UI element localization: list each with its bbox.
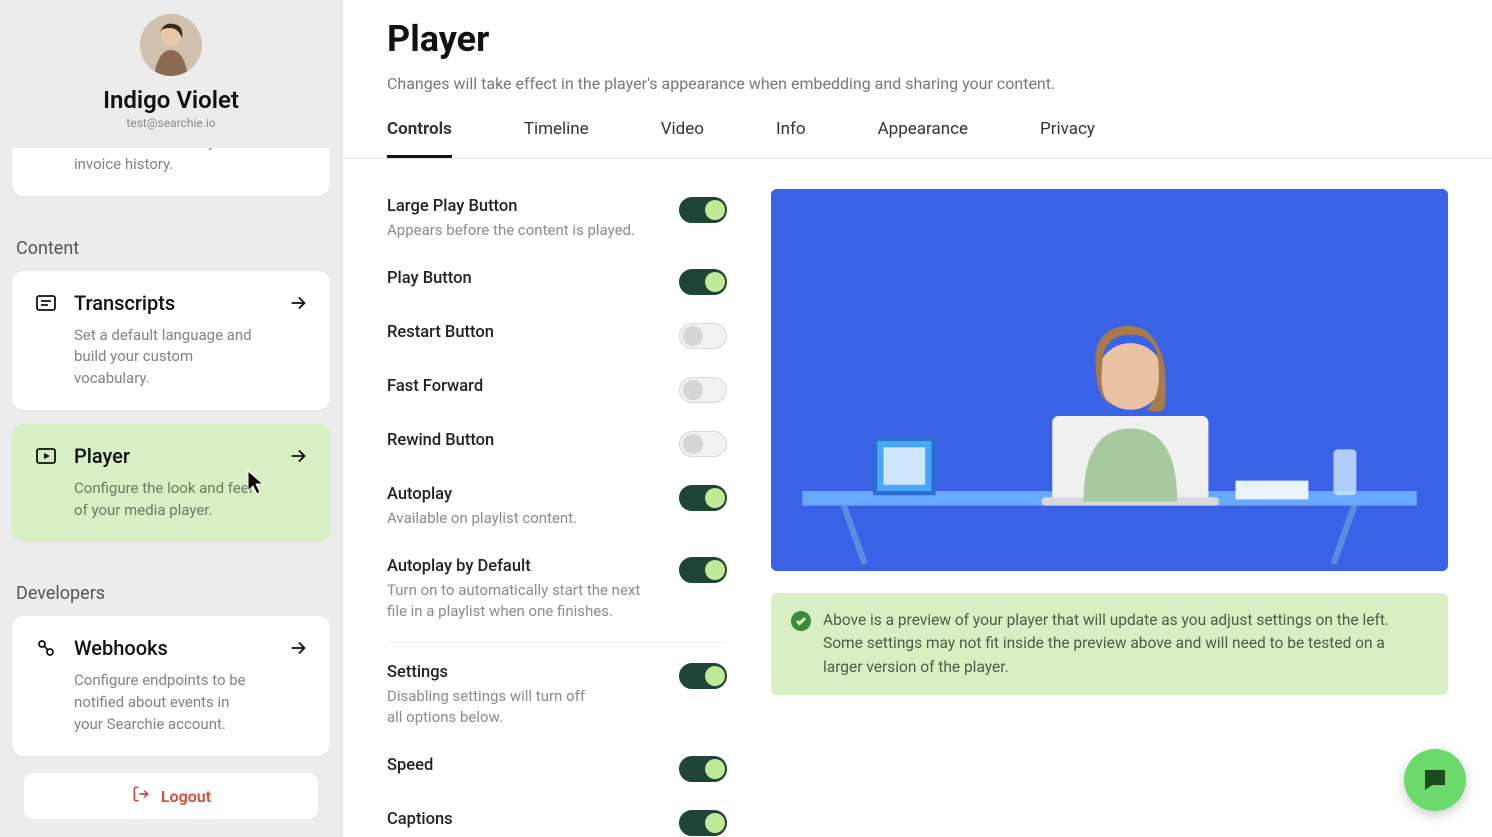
transcript-icon: [32, 289, 60, 317]
tabs: Controls Timeline Video Info Appearance …: [343, 93, 1492, 159]
setting-settings: Settings Disabling settings will turn of…: [387, 642, 727, 748]
setting-title: Restart Button: [387, 323, 663, 342]
setting-title: Speed: [387, 756, 663, 775]
setting-title: Autoplay: [387, 485, 663, 504]
sidebar: Indigo Violet test@searchie.io Invoices …: [0, 0, 343, 837]
section-label-content: Content: [12, 210, 330, 271]
card-desc: View and download your invoice history.: [32, 148, 262, 176]
webhook-icon: [32, 634, 60, 662]
setting-title: Captions: [387, 810, 663, 829]
avatar[interactable]: [140, 14, 202, 76]
toggle-rewind-button[interactable]: [679, 431, 727, 457]
setting-title: Large Play Button: [387, 197, 663, 216]
tab-video[interactable]: Video: [661, 119, 704, 158]
main: Player Changes will take effect in the p…: [343, 0, 1492, 837]
profile-block: Indigo Violet test@searchie.io: [0, 0, 342, 148]
setting-desc: Turn on to automatically start the next …: [387, 580, 663, 622]
setting-autoplay: Autoplay Available on playlist content.: [387, 477, 727, 549]
setting-captions: Captions: [387, 802, 727, 837]
toggle-captions[interactable]: [679, 810, 727, 836]
card-desc: Set a default language and build your cu…: [32, 325, 262, 390]
setting-title: Settings: [387, 663, 663, 682]
setting-title: Play Button: [387, 269, 663, 288]
toggle-play-button[interactable]: [679, 269, 727, 295]
sidebar-item-transcripts[interactable]: Transcripts Set a default language and b…: [12, 271, 330, 410]
card-desc: Configure endpoints to be notified about…: [32, 670, 262, 735]
sidebar-scroll[interactable]: Invoices View and download your invoice …: [0, 148, 342, 767]
preview-notice: Above is a preview of your player that w…: [771, 593, 1448, 695]
logout-icon: [131, 784, 151, 808]
sidebar-item-player[interactable]: Player Configure the look and feel of yo…: [12, 424, 330, 542]
setting-title: Rewind Button: [387, 431, 663, 450]
tab-privacy[interactable]: Privacy: [1040, 119, 1095, 158]
video-preview[interactable]: [771, 189, 1448, 571]
toggle-autoplay-default[interactable]: [679, 557, 727, 583]
card-desc: Configure the look and feel of your medi…: [32, 478, 262, 522]
toggle-large-play-button[interactable]: [679, 197, 727, 223]
setting-desc: Disabling settings will turn off all opt…: [387, 686, 587, 728]
setting-desc: Available on playlist content.: [387, 508, 663, 529]
notice-text: Above is a preview of your player that w…: [823, 609, 1428, 679]
tab-controls[interactable]: Controls: [387, 119, 452, 158]
profile-email: test@searchie.io: [126, 116, 215, 130]
avatar-image: [140, 14, 202, 76]
card-title: Webhooks: [74, 636, 168, 660]
check-circle-icon: [791, 611, 811, 631]
profile-name: Indigo Violet: [103, 86, 239, 114]
tab-info[interactable]: Info: [776, 119, 806, 158]
sidebar-item-invoices[interactable]: Invoices View and download your invoice …: [12, 148, 330, 196]
setting-large-play-button: Large Play Button Appears before the con…: [387, 189, 727, 261]
toggle-fast-forward[interactable]: [679, 377, 727, 403]
logout-label: Logout: [161, 787, 211, 806]
arrow-right-icon: [286, 444, 310, 468]
setting-title: Autoplay by Default: [387, 557, 663, 576]
tab-appearance[interactable]: Appearance: [878, 119, 968, 158]
settings-column: Large Play Button Appears before the con…: [387, 189, 727, 837]
toggle-speed[interactable]: [679, 756, 727, 782]
arrow-right-icon: [286, 636, 310, 660]
arrow-right-icon: [286, 291, 310, 315]
setting-restart-button: Restart Button: [387, 315, 727, 369]
setting-rewind-button: Rewind Button: [387, 423, 727, 477]
chat-button[interactable]: [1404, 749, 1466, 811]
tab-timeline[interactable]: Timeline: [524, 119, 589, 158]
toggle-restart-button[interactable]: [679, 323, 727, 349]
player-icon: [32, 442, 60, 470]
setting-title: Fast Forward: [387, 377, 663, 396]
toggle-settings[interactable]: [679, 663, 727, 689]
section-label-developers: Developers: [12, 555, 330, 616]
chat-icon: [1420, 765, 1450, 795]
page-title: Player: [387, 18, 1448, 60]
card-title: Player: [74, 444, 130, 468]
card-title: Transcripts: [74, 291, 175, 315]
sidebar-item-webhooks[interactable]: Webhooks Configure endpoints to be notif…: [12, 616, 330, 755]
setting-desc: Appears before the content is played.: [387, 220, 663, 241]
setting-speed: Speed: [387, 748, 727, 802]
preview-column: Above is a preview of your player that w…: [771, 189, 1448, 837]
setting-fast-forward: Fast Forward: [387, 369, 727, 423]
page-subtitle: Changes will take effect in the player's…: [387, 74, 1448, 93]
setting-play-button: Play Button: [387, 261, 727, 315]
logout-button[interactable]: Logout: [24, 773, 318, 819]
setting-autoplay-default: Autoplay by Default Turn on to automatic…: [387, 549, 727, 642]
toggle-autoplay[interactable]: [679, 485, 727, 511]
